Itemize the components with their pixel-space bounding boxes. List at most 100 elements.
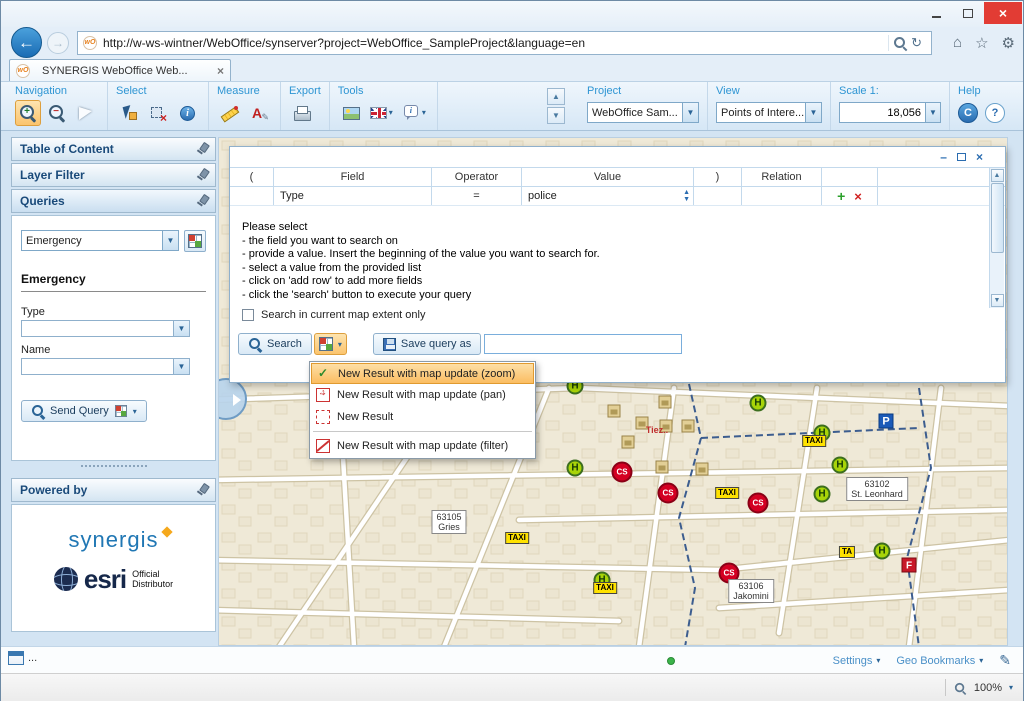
forward-button[interactable]: → [47,32,69,54]
back-button[interactable]: ← [11,27,42,58]
query-value-text[interactable]: police [528,190,557,202]
group-label-view[interactable]: View [716,85,822,99]
group-label-measure[interactable]: Measure [217,85,272,99]
menu-item-zoom[interactable]: New Result with map update (zoom) [311,363,534,384]
delete-row-button[interactable]: × [854,190,862,203]
group-label-select[interactable]: Select [116,85,200,99]
pin-icon[interactable] [196,484,208,497]
map-marker-building[interactable] [655,460,669,474]
chevron-down-icon[interactable]: ▼ [173,320,190,337]
group-label-export[interactable]: Export [289,85,321,99]
scrollbar-thumb[interactable] [990,183,1004,253]
toolbar-scroll-down-button[interactable]: ▼ [547,107,565,124]
map-marker-street-label[interactable]: Tiez.. [646,425,668,435]
map-marker-building[interactable] [681,419,695,433]
zoom-out-button[interactable] [44,100,70,126]
identify-button[interactable] [174,100,200,126]
pin-icon[interactable] [196,195,208,208]
scroll-up-icon[interactable]: ▲ [990,169,1004,182]
favorites-star-icon[interactable]: ☆ [975,34,988,52]
group-label-scale[interactable]: Scale 1: [839,85,941,99]
panel-header-queries[interactable]: Queries [11,189,216,213]
dialog-close-icon[interactable]: × [976,151,983,163]
map-marker-fuel[interactable]: CS [657,482,679,504]
map-marker-taxi[interactable]: TAXI [505,532,529,544]
query-operator-cell[interactable]: = [432,187,522,205]
map-marker-fuel[interactable]: CS [747,492,769,514]
query-value-cell[interactable]: police ▲ ▼ [522,187,694,205]
minimized-panel-button[interactable]: ... [8,651,37,665]
refresh-icon[interactable]: ↻ [911,35,922,51]
map-marker-hospital[interactable]: H [873,542,891,560]
help-button[interactable]: ? [985,102,1005,123]
add-row-button[interactable]: + [837,189,845,203]
close-button[interactable]: × [984,2,1022,24]
dialog-scrollbar[interactable]: ▲ ▼ [989,168,1004,308]
panel-header-table-of-content[interactable]: Table of Content [11,137,216,161]
toolbar-scroll-up-button[interactable]: ▲ [547,88,565,105]
chevron-down-icon[interactable]: ▼ [173,358,190,375]
group-label-help[interactable]: Help [958,85,1009,99]
map-marker-taxi[interactable]: TAXI [802,435,826,447]
menu-item-filter[interactable]: New Result with map update (filter) [311,435,534,457]
search-icon[interactable] [893,36,907,50]
map-marker-hospital[interactable]: H [831,456,849,474]
value-sort-icon[interactable]: ▲ ▼ [683,189,690,203]
tab-close-icon[interactable]: × [217,64,224,78]
view-select[interactable]: Points of Intere... ▼ [716,102,822,123]
map-marker-hospital[interactable]: H [749,394,767,412]
group-label-tools[interactable]: Tools [338,85,429,99]
panel-splitter[interactable] [81,465,147,469]
map-marker-parking[interactable]: P [878,413,894,429]
project-select[interactable]: WebOffice Sam... ▼ [587,102,699,123]
zoom-in-button[interactable] [15,99,41,126]
map-marker-taxi[interactable]: TAXI [593,582,617,594]
dialog-titlebar[interactable]: – × [230,147,1005,167]
close-paren-cell[interactable] [694,187,742,205]
geo-bookmarks-menu[interactable]: Geo Bookmarks ▾ [896,655,983,667]
zoom-magnifier-icon[interactable] [954,682,966,694]
chevron-down-icon[interactable]: ▼ [682,103,698,122]
select-tool-button[interactable] [116,100,142,126]
settings-menu[interactable]: Settings ▾ [833,655,881,667]
map-marker-area-label[interactable]: 63105 Gries [431,510,467,534]
url-text[interactable]: http://w-ws-wintner/WebOffice/synserver?… [103,36,884,50]
menu-item-new[interactable]: New Result [311,406,534,428]
map-marker-building[interactable] [607,404,621,418]
result-mode-toggle-button[interactable]: ▾ [313,333,347,355]
home-icon[interactable]: ⌂ [953,34,962,52]
group-label-project[interactable]: Project [587,85,699,99]
map-marker-building[interactable] [658,395,672,409]
query-table-button[interactable] [184,230,206,252]
extent-checkbox-row[interactable]: Search in current map extent only [242,309,425,321]
group-label-navigation[interactable]: Navigation [15,85,99,99]
save-query-name-input[interactable] [484,334,683,354]
panel-header-layer-filter[interactable]: Layer Filter [11,163,216,187]
map-marker-area-label[interactable]: 63106 Jakomini [728,579,774,603]
edit-pencil-icon[interactable]: ✎ [999,652,1011,669]
query-field-cell[interactable]: Type [274,187,432,205]
map-marker-hospital[interactable]: H [813,485,831,503]
measure-button[interactable] [217,100,243,126]
cache-button[interactable]: C [958,102,978,123]
map-marker-taxi[interactable]: TA [838,546,856,558]
relation-cell[interactable] [742,187,822,205]
type-input[interactable] [21,320,173,337]
scroll-down-icon[interactable]: ▼ [990,294,1004,307]
map-marker-taxi[interactable]: TAXI [715,487,739,499]
screenshot-button[interactable] [338,100,364,126]
save-query-button[interactable]: Save query as [372,333,482,355]
pan-button[interactable] [73,100,99,126]
menu-item-pan[interactable]: New Result with map update (pan) [311,384,534,406]
maximize-button[interactable] [952,2,984,24]
scale-input[interactable] [839,102,925,123]
name-input[interactable] [21,358,173,375]
query-select[interactable]: Emergency ▼ [21,230,179,251]
browser-zoom-level[interactable]: 100% [974,682,1002,694]
browser-tab[interactable]: wO SYNERGIS WebOffice Web... × [9,59,231,81]
settings-gear-icon[interactable]: ⚙ [1002,34,1015,52]
panel-header-powered-by[interactable]: Powered by [11,478,216,502]
extent-checkbox[interactable] [242,309,254,321]
open-paren-cell[interactable] [230,187,274,205]
chevron-down-icon[interactable]: ▼ [805,103,821,122]
